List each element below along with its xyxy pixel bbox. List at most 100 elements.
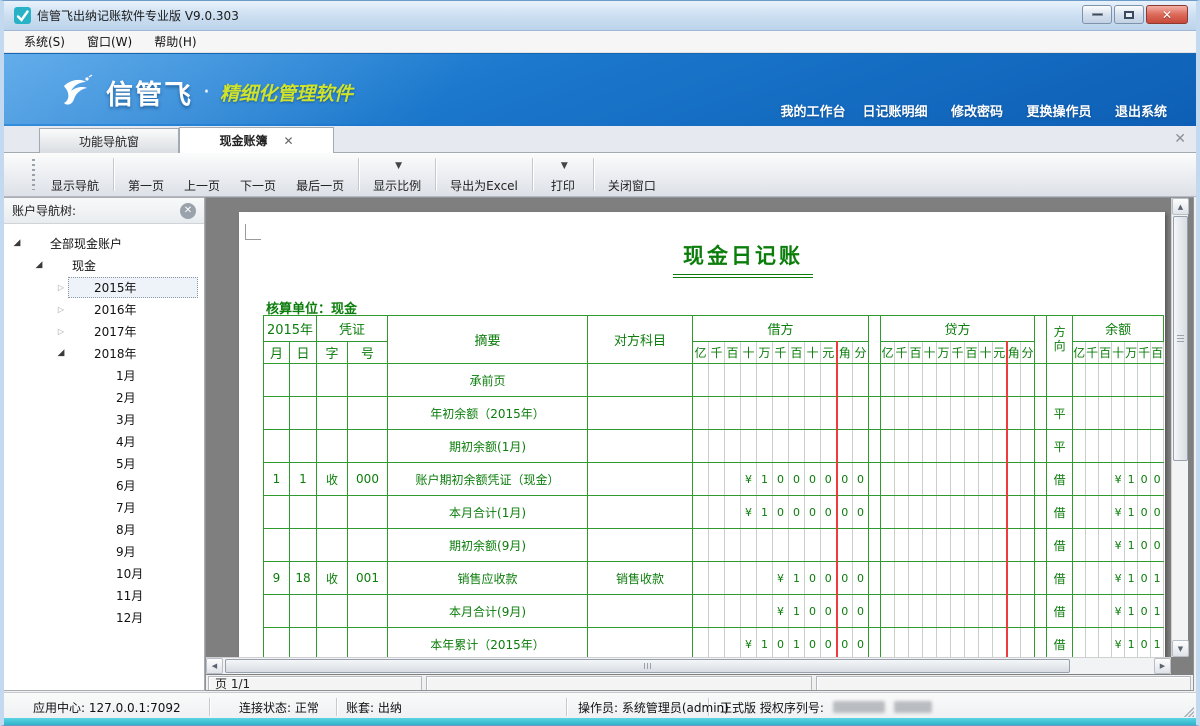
expander-closed-icon[interactable]: ▷: [54, 283, 68, 292]
balance-digit-header: 百: [1151, 342, 1164, 364]
debit-digit-cell: [789, 397, 805, 430]
banner-action-exit-power[interactable]: 退出系统: [1100, 62, 1182, 120]
panel-close-icon[interactable]: ✕: [180, 203, 196, 219]
tree-item-2016年[interactable]: ▷212016年: [4, 298, 204, 320]
credit-digit-cell: [979, 463, 993, 496]
debit-digit-cell: [709, 463, 725, 496]
toolbar-button-label: 下一页: [240, 177, 276, 194]
tree-item-10月[interactable]: 10月: [4, 562, 204, 584]
menu-item-1[interactable]: 系统(S): [14, 31, 75, 52]
tree-item-7月[interactable]: 7月: [4, 496, 204, 518]
balance-digit-cell: [1112, 430, 1125, 463]
credit-digit-cell: [993, 529, 1007, 562]
toolbar-button-prev-page[interactable]: 上一页: [174, 153, 230, 196]
zoom-scale-icon: ▼: [392, 156, 402, 175]
debit-digit-cell: [709, 397, 725, 430]
tab-close-icon[interactable]: ✕: [283, 134, 293, 148]
toolbar-grip: [32, 159, 35, 190]
tree-item-2015年[interactable]: ▷212015年: [4, 276, 204, 298]
tree-item-9月[interactable]: 9月: [4, 540, 204, 562]
tree-item-8月[interactable]: 8月: [4, 518, 204, 540]
credit-digit-cell: [951, 463, 965, 496]
scroll-right-icon[interactable]: ▶: [1154, 658, 1171, 674]
close-button[interactable]: ✕: [1146, 5, 1188, 24]
toolbar-button-first-page[interactable]: 第一页: [118, 153, 174, 196]
tree-item-2018年[interactable]: ◢212018年: [4, 342, 204, 364]
debit-digit-cell: [693, 628, 709, 658]
credit-digit-cell: [993, 496, 1007, 529]
tree-item-全部现金账户[interactable]: ◢全部现金账户: [4, 232, 204, 254]
tree-item-4月[interactable]: 4月: [4, 430, 204, 452]
tree-item-12月[interactable]: 12月: [4, 606, 204, 628]
balance-digit-cell: [1086, 397, 1099, 430]
scroll-down-icon[interactable]: ▼: [1172, 640, 1189, 657]
tree-item-3月[interactable]: 3月: [4, 408, 204, 430]
credit-digit-cell: [937, 463, 951, 496]
credit-digit-cell: [1007, 595, 1021, 628]
debit-digit-cell: [821, 397, 837, 430]
toolbar-button-label: 打印: [551, 177, 575, 194]
banner-actions: 我的工作台日记账明细修改密码更换操作员退出系统: [772, 62, 1182, 120]
toolbar-button-zoom-scale[interactable]: ▼显示比例: [363, 153, 431, 196]
menu-item-3[interactable]: 帮助(H): [144, 31, 206, 52]
debit-digit-cell: ¥: [741, 496, 757, 529]
tree-item-5月[interactable]: 5月: [4, 452, 204, 474]
toolbar-button-print[interactable]: ▼ 打印: [537, 153, 589, 196]
expander-closed-icon[interactable]: ▷: [54, 327, 68, 336]
tree-item-2月[interactable]: 2月: [4, 386, 204, 408]
tab-cash-ledger[interactable]: 现金账簿✕: [179, 127, 334, 153]
toolbar-button-last-page[interactable]: 最后一页: [286, 153, 354, 196]
debit-digit-cell: 0: [805, 562, 821, 595]
credit-digit-cell: [979, 364, 993, 397]
expander-closed-icon[interactable]: ▷: [54, 305, 68, 314]
minimize-button[interactable]: [1082, 5, 1112, 24]
tree-item-11月[interactable]: 11月: [4, 584, 204, 606]
tree-item-1月[interactable]: 1月: [4, 364, 204, 386]
expander-open-icon[interactable]: ◢: [54, 348, 68, 358]
dropdown-caret-icon[interactable]: ▼: [561, 161, 568, 171]
tree-item-6月[interactable]: 6月: [4, 474, 204, 496]
month-icon: [93, 543, 111, 559]
toolbar-button-label: 最后一页: [296, 177, 344, 194]
scroll-left-icon[interactable]: ◀: [206, 658, 223, 674]
banner-action-change-password-lock[interactable]: 修改密码: [936, 62, 1018, 120]
menu-item-2[interactable]: 窗口(W): [77, 31, 142, 52]
banner-action-journal-detail[interactable]: 日记账明细: [854, 62, 936, 120]
toolbar-button-show-nav[interactable]: 显示导航: [41, 153, 109, 196]
vertical-scrollbar[interactable]: ▲ ▼: [1171, 198, 1188, 657]
credit-digit-cell: [1021, 430, 1035, 463]
expander-open-icon[interactable]: ◢: [10, 238, 24, 248]
tree-item-现金[interactable]: ◢现金: [4, 254, 204, 276]
account-nav-header: 账户导航树: ✕: [4, 198, 204, 224]
toolbar-button-export-excel[interactable]: 导出为Excel: [440, 153, 528, 196]
balance-digit-cell: [1073, 628, 1086, 658]
toolbar-button-close-window[interactable]: 关闭窗口: [598, 153, 666, 196]
expander-open-icon[interactable]: ◢: [32, 260, 46, 270]
resize-grip[interactable]: [1182, 705, 1194, 717]
credit-digit-cell: [937, 364, 951, 397]
debit-digit-cell: 0: [789, 463, 805, 496]
window-title: 信管飞出纳记账软件专业版 V9.0.303: [37, 7, 239, 24]
vertical-scroll-thumb[interactable]: [1173, 216, 1188, 461]
tab-function-nav[interactable]: 功能导航窗: [39, 128, 179, 153]
brand-slogan: 精细化管理软件: [220, 79, 353, 106]
credit-digit-cell: [895, 496, 909, 529]
horizontal-scroll-thumb[interactable]: [225, 659, 1070, 673]
col-balance: 余额: [1073, 316, 1164, 342]
cell-counterpart: [588, 364, 693, 397]
debit-digit-cell: [789, 364, 805, 397]
dropdown-caret-icon[interactable]: ▼: [395, 161, 402, 171]
banner-action-switch-operator-user[interactable]: 更换操作员: [1018, 62, 1100, 120]
brand: 信管飞 · 精细化管理软件: [56, 72, 353, 112]
banner-action-workbench-monitor[interactable]: 我的工作台: [772, 62, 854, 120]
maximize-button[interactable]: [1114, 5, 1144, 24]
balance-digit-cell: 0: [1138, 595, 1151, 628]
toolbar-button-next-page[interactable]: 下一页: [230, 153, 286, 196]
scroll-up-icon[interactable]: ▲: [1172, 198, 1189, 215]
tabstrip-close-icon[interactable]: ✕: [1174, 131, 1186, 147]
credit-digit-cell: [881, 463, 895, 496]
cell-summary: 年初余额（2015年）: [388, 397, 588, 430]
horizontal-scrollbar[interactable]: ◀ ▶: [206, 657, 1171, 674]
cell-day: [290, 364, 317, 397]
tree-item-2017年[interactable]: ▷212017年: [4, 320, 204, 342]
